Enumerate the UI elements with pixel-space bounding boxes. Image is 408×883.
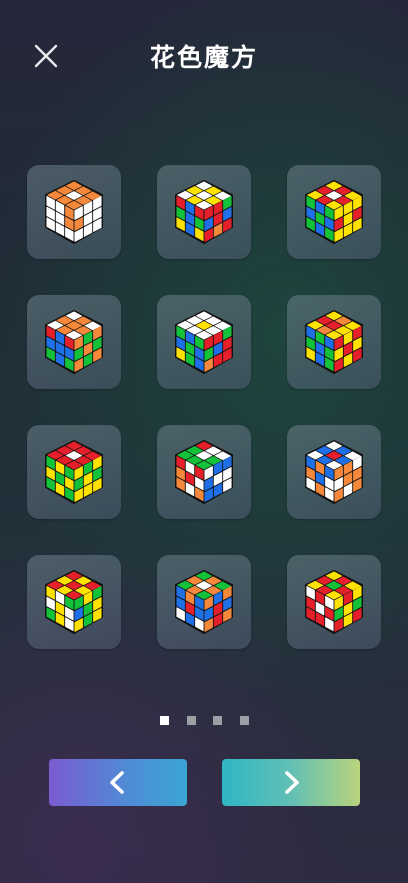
next-button[interactable] xyxy=(222,759,360,806)
pattern-tile[interactable] xyxy=(157,295,251,389)
cube-icon xyxy=(305,570,363,634)
cube-icon xyxy=(45,440,103,504)
pattern-tile[interactable] xyxy=(287,165,381,259)
page-dot[interactable] xyxy=(213,716,222,725)
pattern-tile[interactable] xyxy=(287,295,381,389)
pattern-tile[interactable] xyxy=(157,425,251,519)
previous-button[interactable] xyxy=(49,759,187,806)
cube-icon xyxy=(305,310,363,374)
cube-icon xyxy=(175,440,233,504)
pattern-tile[interactable] xyxy=(27,295,121,389)
cube-icon xyxy=(175,570,233,634)
cube-icon xyxy=(305,440,363,504)
pattern-tile[interactable] xyxy=(287,425,381,519)
cube-icon xyxy=(175,180,233,244)
cube-icon xyxy=(45,570,103,634)
page-indicator xyxy=(0,716,408,726)
chevron-right-icon xyxy=(285,771,299,794)
cube-icon xyxy=(175,310,233,374)
chevron-left-icon xyxy=(110,771,124,794)
pattern-tile[interactable] xyxy=(27,425,121,519)
cube-icon xyxy=(45,180,103,244)
cube-icon xyxy=(45,310,103,374)
pattern-tile[interactable] xyxy=(157,165,251,259)
page-dot[interactable] xyxy=(160,716,169,725)
page-dot[interactable] xyxy=(186,716,196,725)
page-dot[interactable] xyxy=(239,716,249,725)
page-title: 花色魔方 xyxy=(149,43,258,72)
top-bar: 花色魔方 xyxy=(0,0,408,110)
pattern-tile[interactable] xyxy=(157,555,251,649)
pattern-tile[interactable] xyxy=(27,165,121,259)
pattern-grid xyxy=(27,165,381,649)
pattern-tile[interactable] xyxy=(27,555,121,649)
cube-icon xyxy=(305,180,363,244)
pattern-tile[interactable] xyxy=(287,555,381,649)
